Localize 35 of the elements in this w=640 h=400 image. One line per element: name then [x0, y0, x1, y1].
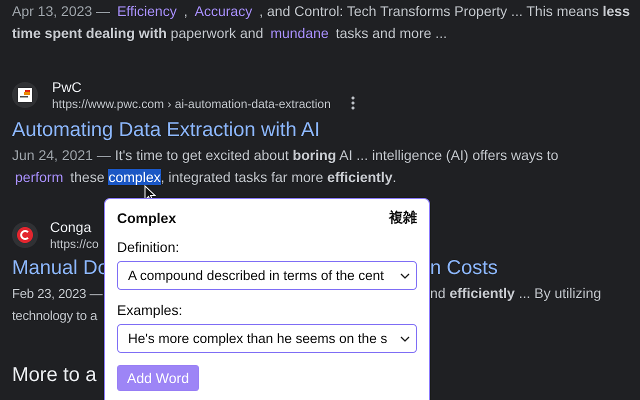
- site-name[interactable]: Conga: [50, 218, 99, 236]
- popup-word: Complex: [117, 210, 176, 226]
- definition-dropdown[interactable]: A compound described in terms of the cent: [117, 261, 417, 290]
- highlighted-word[interactable]: mundane: [267, 25, 332, 41]
- translation-text: 複雑: [389, 209, 417, 227]
- highlighted-word[interactable]: Efficiency: [114, 3, 180, 19]
- snippet-text: Feb 23, 2023 —: [12, 286, 104, 300]
- snippet-text: tasks and more ...: [336, 25, 447, 41]
- site-name[interactable]: PwC: [52, 78, 331, 96]
- result-date: Apr 13, 2023 —: [12, 3, 110, 19]
- site-favicon-icon: [12, 222, 38, 248]
- site-url[interactable]: https://co: [50, 236, 99, 252]
- selected-word: complex: [108, 169, 161, 185]
- result-date: Jun 24, 2021 —: [12, 147, 111, 163]
- examples-label: Examples:: [117, 302, 184, 318]
- snippet-text: nd efficiently ... By utilizing: [430, 285, 602, 301]
- snippet-text: , integrated tasks far more efficiently.: [160, 169, 396, 185]
- snippet-text: time spent dealing with paperwork and: [12, 25, 264, 41]
- highlighted-word[interactable]: Accuracy: [192, 3, 256, 19]
- snippet-text: It's time to get excited about boring AI ... intelligence (AI) offers ways to: [114, 147, 558, 163]
- snippet-text: , and Control: Tech Transforms Property ... This means less: [259, 3, 630, 19]
- section-heading: More to a: [12, 364, 96, 387]
- result-title-link[interactable]: Automating Data Extraction with AI: [12, 116, 628, 144]
- definition-label: Definition:: [117, 239, 180, 255]
- snippet-text: ,: [184, 3, 188, 19]
- chevron-down-icon: [400, 272, 410, 278]
- examples-dropdown[interactable]: He's more complex than he seems on the s: [117, 324, 417, 353]
- site-url[interactable]: https://www.pwc.com › ai-automation-data-extraction: [52, 96, 331, 112]
- site-favicon-icon: [12, 82, 38, 108]
- highlighted-word[interactable]: perform: [12, 169, 66, 185]
- more-options-icon[interactable]: [350, 96, 355, 110]
- chevron-down-icon: [400, 336, 410, 342]
- result-title-link[interactable]: n Costs: [430, 254, 628, 282]
- snippet-text: these: [70, 169, 104, 185]
- snippet-text: technology to a: [12, 308, 98, 322]
